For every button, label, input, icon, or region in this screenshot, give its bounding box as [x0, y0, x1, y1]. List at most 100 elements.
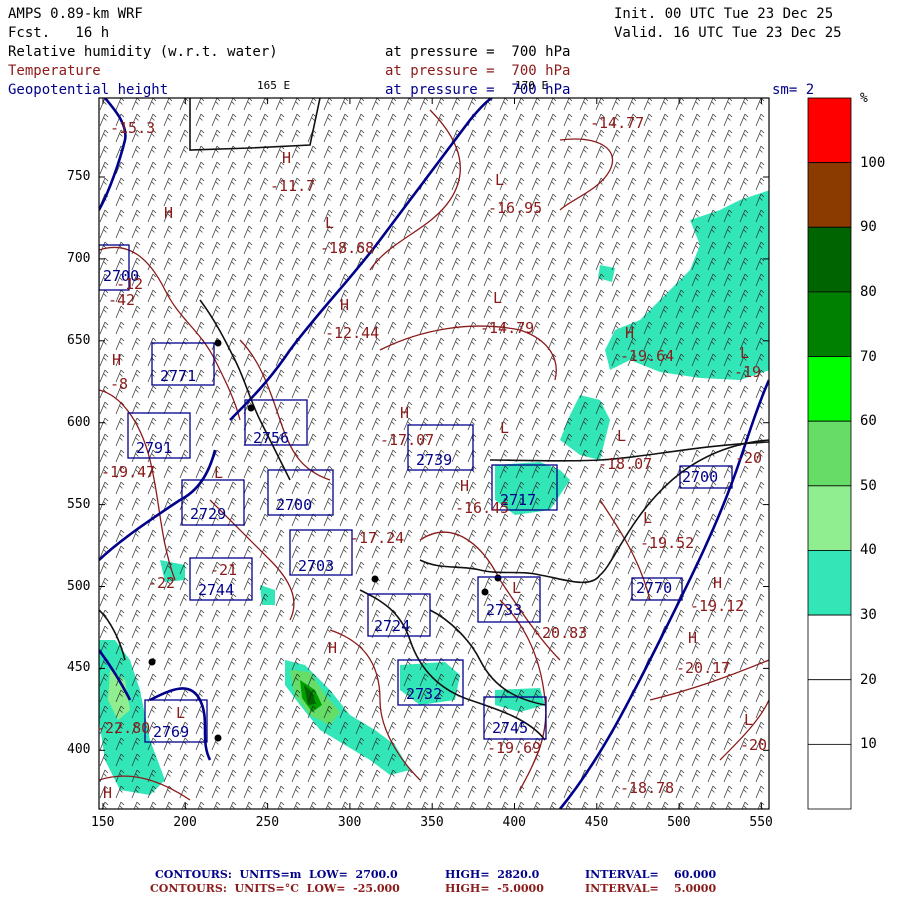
x-tick-label: 250 — [255, 815, 280, 830]
pressure-center-marker: H — [625, 324, 635, 342]
temperature-value: -20.17 — [676, 659, 731, 677]
y-tick-label: 600 — [67, 414, 91, 430]
height-value: 2770 — [636, 579, 673, 597]
y-tick-label: 500 — [67, 578, 91, 594]
colorbar-swatch — [807, 162, 852, 228]
temperature-value: -17.07 — [380, 431, 435, 449]
rh-colorbar — [807, 97, 852, 810]
temperature-value: -21 — [210, 561, 238, 579]
x-tick-label: 200 — [173, 815, 197, 830]
temperature-value: -19.69 — [487, 739, 542, 757]
height-value: 2771 — [160, 367, 197, 385]
pressure-center-marker: L — [643, 509, 653, 527]
pressure-center-marker: L — [493, 289, 503, 307]
x-tick-label: 350 — [420, 815, 444, 830]
temperature-value: -42 — [108, 291, 136, 309]
temperature-value: -14.79 — [480, 319, 535, 337]
colorbar-swatch — [807, 226, 852, 293]
temperature-value: -18.68 — [320, 239, 375, 257]
temperature-value: -19 — [734, 363, 762, 381]
colorbar-swatch — [807, 743, 852, 810]
colorbar-swatch — [807, 550, 852, 616]
height-value: 2732 — [406, 685, 443, 703]
colorbar-swatch — [807, 97, 852, 164]
temperature-value: -18.78 — [620, 779, 675, 797]
height-contour-interval: INTERVAL= 60.000 — [585, 868, 717, 881]
height-value: 2769 — [153, 723, 190, 741]
colorbar-label: 80 — [860, 283, 877, 300]
x-tick-label: 450 — [584, 815, 609, 830]
temperature-value: -16.95 — [488, 199, 543, 217]
height-value: 2745 — [492, 719, 529, 737]
colorbar-label: 100 — [860, 154, 886, 171]
temperature-value: -19.64 — [620, 347, 675, 365]
pressure-center-marker: H — [103, 784, 113, 802]
colorbar-label: 10 — [860, 736, 877, 753]
height-value: 2756 — [253, 429, 290, 447]
colorbar-label: 30 — [860, 607, 877, 624]
temperature-value: -20 — [735, 449, 763, 467]
colorbar-label: 40 — [860, 542, 877, 559]
pressure-center-marker: H — [460, 477, 470, 495]
pressure-center-marker: L — [214, 464, 224, 482]
height-value: 2733 — [486, 601, 523, 619]
height-value: 2700 — [682, 468, 719, 486]
colorbar-label: 20 — [860, 671, 877, 688]
height-value: 2729 — [190, 505, 227, 523]
y-tick-label: 700 — [67, 250, 91, 266]
temperature-value: -20.83 — [533, 624, 588, 642]
y-tick-label: 400 — [67, 742, 91, 758]
pressure-center-marker: L — [325, 214, 335, 232]
pressure-center-marker: H — [400, 404, 410, 422]
temperature-value: -15.3 — [110, 119, 156, 137]
colorbar-label: 60 — [860, 413, 877, 430]
colorbar-label: 70 — [860, 348, 877, 365]
temp-contour-high: HIGH= -5.0000 — [445, 882, 544, 895]
pressure-center-marker: L — [495, 171, 505, 189]
pressure-center-marker: L — [176, 704, 186, 722]
temperature-value: -19.52 — [640, 534, 695, 552]
height-contour-high: HIGH= 2820.0 — [445, 868, 540, 881]
y-tick-label: 550 — [67, 496, 91, 512]
colorbar-label: 50 — [860, 477, 877, 494]
x-tick-label: 550 — [749, 815, 773, 830]
colorbar-swatch — [807, 291, 852, 357]
temp-contour-interval: INTERVAL= 5.0000 — [585, 882, 717, 895]
pressure-center-marker: L — [500, 419, 510, 437]
pressure-center-marker: H — [164, 204, 174, 222]
colorbar-swatch — [807, 356, 852, 422]
x-tick-label: 300 — [337, 815, 362, 830]
pressure-center-marker: H — [112, 351, 122, 369]
temperature-value: -12 — [116, 275, 144, 293]
pressure-center-marker: L — [744, 711, 754, 729]
x-tick-label: 400 — [502, 815, 526, 830]
temperature-value: -12.44 — [325, 324, 380, 342]
colorbar-swatch — [807, 420, 852, 487]
height-value: 2700 — [276, 496, 313, 514]
pressure-center-marker: H — [340, 296, 350, 314]
pressure-center-marker: L — [512, 579, 522, 597]
y-tick-label: 750 — [67, 169, 91, 184]
pressure-center-marker: L — [740, 344, 750, 362]
colorbar-unit: % — [860, 91, 868, 106]
y-tick-label: 450 — [67, 660, 91, 676]
temperature-value: -22 — [148, 574, 176, 592]
temperature-value: -16.45 — [455, 499, 510, 517]
temperature-value: -19.12 — [690, 597, 745, 615]
colorbar-label: 90 — [860, 219, 877, 236]
temperature-value: -8 — [110, 375, 129, 393]
height-value: 2744 — [198, 581, 235, 599]
height-value: 2703 — [298, 557, 335, 575]
height-value: 2739 — [416, 451, 453, 469]
temperature-value: -17.24 — [350, 529, 405, 547]
x-tick-label: 500 — [667, 815, 691, 830]
pressure-center-marker: L — [617, 427, 627, 445]
temp-contour-units: CONTOURS: UNITS=°C LOW= -25.000 — [150, 882, 400, 895]
height-value: 2724 — [374, 617, 411, 635]
colorbar-swatch — [807, 614, 852, 681]
pressure-center-marker: H — [282, 149, 292, 167]
temperature-value: -14.77 — [590, 114, 645, 132]
temperature-value: -11.7 — [270, 177, 316, 195]
pressure-center-marker: H — [328, 639, 338, 657]
temperature-value: -19.47 — [101, 463, 156, 481]
